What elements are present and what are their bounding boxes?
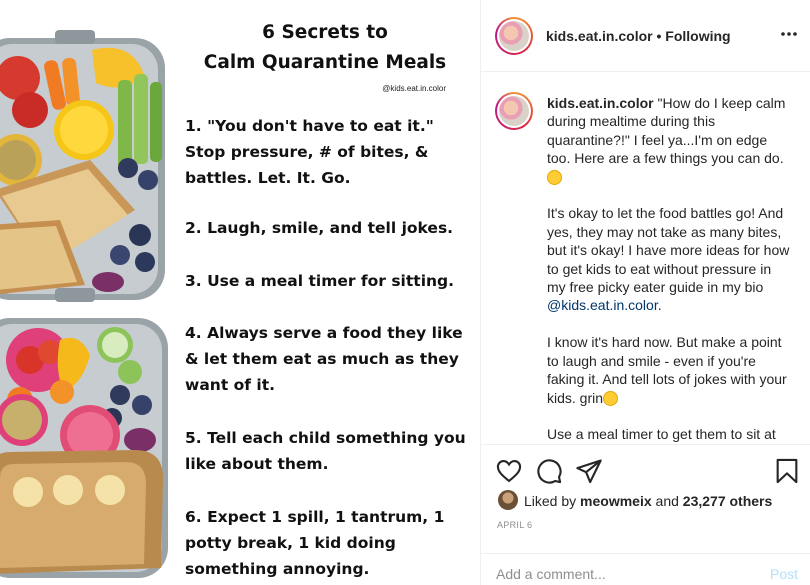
likes-row: Liked by meowmeix and 23,277 others — [498, 490, 798, 512]
header-avatar[interactable] — [495, 17, 533, 55]
likes-middle: and — [651, 493, 683, 509]
header-user: kids.eat.in.color • Following — [546, 28, 731, 44]
bookmark-icon — [776, 458, 798, 484]
tip-5: 5. Tell each child something you like ab… — [185, 429, 466, 473]
title-line-2: Calm Quarantine Meals — [203, 52, 447, 73]
tip-3: 3. Use a meal timer for sitting. — [185, 272, 455, 290]
caption-paragraph-2: It's okay to let the food battles go! An… — [547, 205, 794, 296]
comment-input[interactable] — [496, 566, 756, 582]
action-bar — [481, 444, 810, 496]
lunchbox-photo — [0, 30, 168, 578]
comment-button[interactable] — [535, 457, 563, 485]
post-image[interactable]: 6 Secrets to Calm Quarantine Meals @kids… — [0, 0, 480, 585]
caption-text: kids.eat.in.color "How do I keep calm du… — [547, 94, 791, 444]
grin-emoji — [603, 390, 619, 406]
like-button[interactable] — [495, 457, 523, 485]
tip-4: 4. Always serve a food they like & let t… — [185, 324, 463, 394]
heart-icon — [496, 460, 522, 483]
title-line-1: 6 Secrets to — [262, 22, 388, 43]
share-button[interactable] — [575, 457, 603, 485]
caption-mention-link[interactable]: @kids.eat.in.color — [547, 297, 658, 313]
more-horizontal-icon — [781, 32, 797, 36]
liker-username[interactable]: meowmeix — [580, 493, 652, 509]
tip-1: 1. "You don't have to eat it." Stop pres… — [185, 117, 434, 187]
caption-paragraph-3: I know it's hard now. But make a point t… — [547, 334, 791, 406]
more-options-button[interactable] — [779, 24, 799, 44]
post-header: kids.eat.in.color • Following — [481, 0, 810, 72]
header-separator: • — [652, 28, 666, 44]
save-button[interactable] — [773, 457, 801, 485]
likes-text: Liked by meowmeix and 23,277 others — [524, 493, 772, 509]
post-comment-button[interactable]: Post — [770, 566, 798, 582]
comment-bar: Post — [480, 553, 810, 585]
likes-prefix: Liked by — [524, 493, 581, 509]
caption-period: . — [657, 297, 662, 314]
image-handle: @kids.eat.in.color — [382, 84, 446, 93]
header-username[interactable]: kids.eat.in.color — [546, 28, 653, 44]
likes-count-link[interactable]: 23,277 others — [683, 493, 773, 509]
liker-avatar[interactable] — [498, 490, 518, 510]
post-date[interactable]: APRIL 6 — [497, 520, 532, 530]
caption-avatar[interactable] — [495, 92, 533, 130]
comment-icon — [537, 459, 562, 484]
paper-plane-icon — [576, 459, 602, 484]
caption-username[interactable]: kids.eat.in.color — [547, 95, 654, 111]
tip-2: 2. Laugh, smile, and tell jokes. — [185, 219, 454, 237]
post-image-title: 6 Secrets to Calm Quarantine Meals — [175, 18, 475, 78]
caption-area[interactable]: kids.eat.in.color "How do I keep calm du… — [481, 72, 810, 444]
caption-paragraph-4: Use a meal timer to get them to sit at — [547, 426, 776, 443]
hugging-face-emoji — [547, 169, 562, 185]
tip-6: 6. Expect 1 spill, 1 tantrum, 1 potty br… — [185, 508, 445, 578]
follow-status-button[interactable]: Following — [665, 28, 730, 44]
